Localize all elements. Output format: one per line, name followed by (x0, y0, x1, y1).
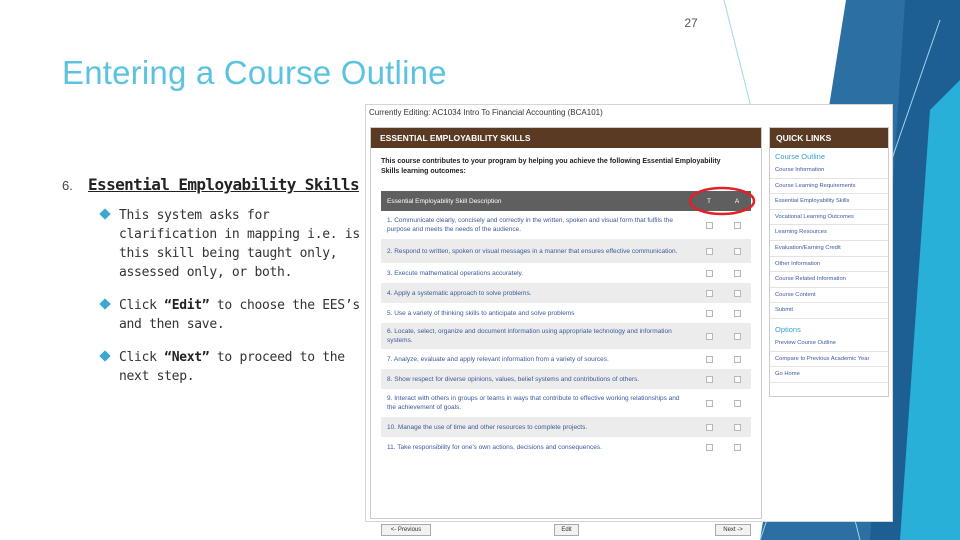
list-item-number: 6. (62, 178, 73, 193)
taught-checkbox[interactable] (695, 375, 723, 383)
ees-table-body: 1. Communicate clearly, concisely and co… (381, 211, 751, 457)
quick-link-item[interactable]: Course Learning Requirements (770, 179, 888, 195)
ees-description: 3. Execute mathematical operations accur… (387, 269, 524, 277)
assessed-checkbox[interactable] (723, 423, 751, 431)
ees-description: 4. Apply a systematic approach to solve … (387, 289, 532, 297)
taught-checkbox[interactable] (695, 309, 723, 317)
quick-link-item[interactable]: Essential Employability Skills (770, 194, 888, 210)
ees-description: 9. Interact with others in groups or tea… (387, 395, 680, 411)
previous-button[interactable]: <- Previous (381, 524, 431, 536)
ees-description: 10. Manage the use of time and other res… (387, 423, 588, 431)
diamond-bullet-icon (99, 348, 119, 386)
ees-panel-header: ESSENTIAL EMPLOYABILITY SKILLS (371, 128, 761, 148)
table-row: 7. Analyze, evaluate and apply relevant … (381, 349, 751, 369)
quick-link-item[interactable]: Vocational Learning Outcomes (770, 210, 888, 226)
table-row: 6. Locate, select, organize and document… (381, 323, 751, 349)
table-row: 10. Manage the use of time and other res… (381, 417, 751, 437)
bullet-list: This system asks for clarification in ma… (99, 206, 362, 400)
taught-checkbox[interactable] (695, 332, 723, 340)
taught-checkbox[interactable] (695, 221, 723, 229)
quick-links-header: QUICK LINKS (770, 128, 888, 148)
quick-links-panel: QUICK LINKS Course Outline Course Inform… (769, 127, 889, 397)
quick-links-options-list: Preview Course Outline Compare to Previou… (770, 336, 888, 383)
ees-panel: ESSENTIAL EMPLOYABILITY SKILLS This cour… (370, 127, 762, 536)
slide-number: 27 (684, 16, 698, 30)
next-button[interactable]: Next -> (715, 524, 751, 536)
ees-description: 5. Use a variety of thinking skills to a… (387, 309, 575, 317)
bullet-item: Click “Next” to proceed to the next step… (99, 348, 362, 386)
currently-editing-label: Currently Editing: AC1034 Intro To Finan… (369, 108, 603, 117)
ees-description: 2. Respond to written, spoken or visual … (387, 247, 678, 255)
table-row: 2. Respond to written, spoken or visual … (381, 239, 751, 263)
ees-description: 8. Show respect for diverse opinions, va… (387, 375, 640, 383)
ees-description: 6. Locate, select, organize and document… (387, 328, 672, 344)
assessed-checkbox[interactable] (723, 269, 751, 277)
taught-checkbox[interactable] (695, 399, 723, 407)
table-row: 4. Apply a systematic approach to solve … (381, 283, 751, 303)
option-link-item[interactable]: Compare to Previous Academic Year (770, 352, 888, 368)
section-heading: Essential Employability Skills (88, 175, 360, 194)
taught-checkbox[interactable] (695, 269, 723, 277)
slide-title: Entering a Course Outline (62, 54, 447, 91)
ees-table: Essential Employability Skill Descriptio… (381, 191, 751, 457)
quick-link-item[interactable]: Course Related Information (770, 272, 888, 288)
table-row: 11. Take responsibility for one's own ac… (381, 437, 751, 457)
assessed-checkbox[interactable] (723, 443, 751, 451)
table-row: 3. Execute mathematical operations accur… (381, 263, 751, 283)
table-row: 9. Interact with others in groups or tea… (381, 389, 751, 417)
quick-link-item[interactable]: Learning Resources (770, 225, 888, 241)
assessed-checkbox[interactable] (723, 247, 751, 255)
quick-link-item[interactable]: Evaluation/Earning Credit (770, 241, 888, 257)
diamond-bullet-icon (99, 206, 119, 282)
option-link-item[interactable]: Go Home (770, 367, 888, 383)
quick-link-item[interactable]: Course Content (770, 288, 888, 304)
taught-checkbox[interactable] (695, 355, 723, 363)
column-header-description: Essential Employability Skill Descriptio… (387, 197, 502, 205)
highlight-circle-annotation (688, 186, 756, 216)
quick-links-list: Course Information Course Learning Requir… (770, 163, 888, 319)
quick-link-item[interactable]: Submit (770, 303, 888, 319)
quick-link-item[interactable]: Course Information (770, 163, 888, 179)
assessed-checkbox[interactable] (723, 289, 751, 297)
ees-description: 1. Communicate clearly, concisely and co… (387, 217, 674, 233)
option-link-item[interactable]: Preview Course Outline (770, 336, 888, 352)
assessed-checkbox[interactable] (723, 221, 751, 229)
bullet-item: This system asks for clarification in ma… (99, 206, 362, 282)
quick-link-item[interactable]: Other Information (770, 257, 888, 273)
edit-button[interactable]: Edit (554, 524, 579, 536)
table-row: 5. Use a variety of thinking skills to a… (381, 303, 751, 323)
taught-checkbox[interactable] (695, 423, 723, 431)
taught-checkbox[interactable] (695, 289, 723, 297)
bullet-text: Click “Next” to proceed to the next step… (119, 350, 345, 384)
taught-checkbox[interactable] (695, 247, 723, 255)
diamond-bullet-icon (99, 296, 119, 334)
bullet-item: Click “Edit” to choose the EES’s and the… (99, 296, 362, 334)
quick-links-section-options: Options (775, 324, 801, 334)
taught-checkbox[interactable] (695, 443, 723, 451)
assessed-checkbox[interactable] (723, 332, 751, 340)
assessed-checkbox[interactable] (723, 375, 751, 383)
ees-description: 7. Analyze, evaluate and apply relevant … (387, 355, 609, 363)
embedded-screenshot: Currently Editing: AC1034 Intro To Finan… (365, 104, 893, 536)
assessed-checkbox[interactable] (723, 399, 751, 407)
quick-links-section-course-outline: Course Outline (775, 152, 826, 161)
table-row: 8. Show respect for diverse opinions, va… (381, 369, 751, 389)
assessed-checkbox[interactable] (723, 309, 751, 317)
ees-description: 11. Take responsibility for one's own ac… (387, 443, 602, 451)
bullet-text: This system asks for clarification in ma… (119, 208, 360, 280)
assessed-checkbox[interactable] (723, 355, 751, 363)
bullet-text: Click “Edit” to choose the EES’s and the… (119, 298, 360, 332)
ees-intro-text: This course contributes to your program … (381, 158, 721, 175)
